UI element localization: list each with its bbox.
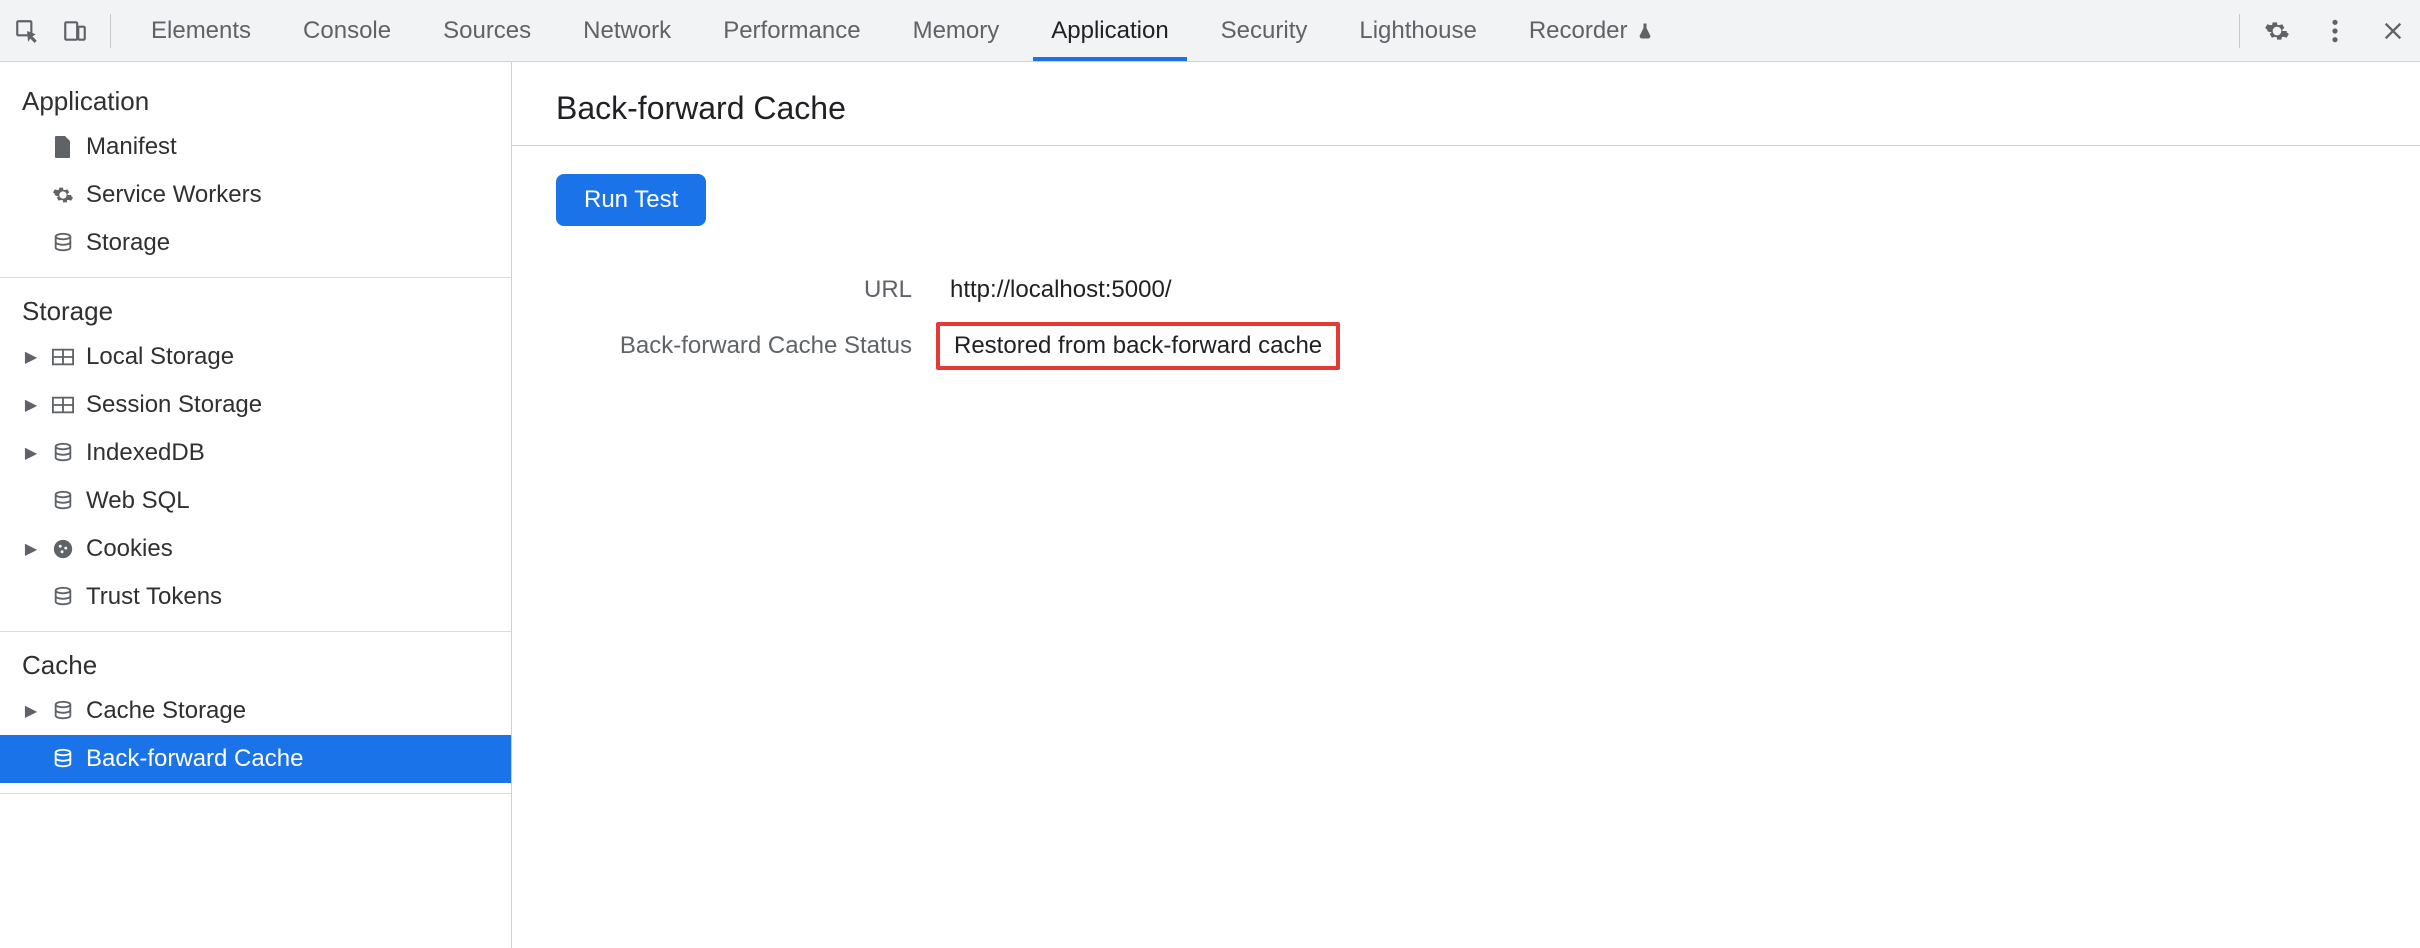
- tab-label: Network: [583, 17, 671, 45]
- cookie-icon: [50, 536, 76, 562]
- run-test-button[interactable]: Run Test: [556, 174, 706, 226]
- device-toolbar-icon[interactable]: [58, 14, 92, 48]
- sidebar-item-service-workers[interactable]: Service Workers: [0, 171, 511, 219]
- info-value-url: http://localhost:5000/: [936, 270, 1185, 310]
- content-pane: Back-forward Cache Run Test URL http://l…: [512, 62, 2420, 948]
- settings-icon[interactable]: [2260, 14, 2294, 48]
- tab-label: Elements: [151, 17, 251, 45]
- tab-label: Memory: [913, 17, 1000, 45]
- sidebar-item-cookies[interactable]: ▶ Cookies: [0, 525, 511, 573]
- storage-icon: [50, 440, 76, 466]
- sidebar-item-trust-tokens[interactable]: Trust Tokens: [0, 573, 511, 621]
- sidebar-item-label: Web SQL: [86, 487, 190, 515]
- sidebar-item-local-storage[interactable]: ▶ Local Storage: [0, 333, 511, 381]
- info-value-status: Restored from back-forward cache: [936, 322, 1340, 370]
- tab-label: Performance: [723, 17, 860, 45]
- tab-application[interactable]: Application: [1025, 0, 1194, 61]
- page-title: Back-forward Cache: [556, 90, 2376, 127]
- tab-sources[interactable]: Sources: [417, 0, 557, 61]
- sidebar-divider: [0, 631, 511, 632]
- topbar-left-icons: [10, 14, 111, 48]
- tab-memory[interactable]: Memory: [887, 0, 1026, 61]
- sidebar-item-web-sql[interactable]: Web SQL: [0, 477, 511, 525]
- tab-label: Recorder: [1529, 17, 1628, 45]
- sidebar-item-storage[interactable]: Storage: [0, 219, 511, 267]
- sidebar-item-label: Back-forward Cache: [86, 745, 303, 773]
- sidebar-item-indexeddb[interactable]: ▶ IndexedDB: [0, 429, 511, 477]
- devtools-topbar: Elements Console Sources Network Perform…: [0, 0, 2420, 62]
- sidebar-divider: [0, 277, 511, 278]
- expand-arrow-icon: ▶: [22, 443, 40, 463]
- inspect-element-icon[interactable]: [10, 14, 44, 48]
- tab-label: Security: [1221, 17, 1308, 45]
- info-key: URL: [556, 276, 936, 304]
- content-header: Back-forward Cache: [512, 62, 2420, 146]
- gear-icon: [50, 182, 76, 208]
- tab-network[interactable]: Network: [557, 0, 697, 61]
- tab-lighthouse[interactable]: Lighthouse: [1333, 0, 1502, 61]
- tab-recorder[interactable]: Recorder: [1503, 0, 1680, 61]
- storage-icon: [50, 230, 76, 256]
- sidebar-item-bfcache[interactable]: Back-forward Cache: [0, 735, 511, 783]
- sidebar-item-label: Storage: [86, 229, 170, 257]
- sidebar-item-label: IndexedDB: [86, 439, 205, 467]
- storage-icon: [50, 488, 76, 514]
- expand-arrow-icon: ▶: [22, 347, 40, 367]
- tab-console[interactable]: Console: [277, 0, 417, 61]
- sidebar-group-application: Application: [0, 72, 511, 123]
- application-sidebar: Application Manifest Service Workers Sto…: [0, 62, 512, 948]
- sidebar-item-label: Local Storage: [86, 343, 234, 371]
- tab-label: Application: [1051, 17, 1168, 45]
- info-key: Back-forward Cache Status: [556, 332, 936, 360]
- info-row-url: URL http://localhost:5000/: [556, 262, 2376, 318]
- grid-icon: [50, 392, 76, 418]
- file-icon: [50, 134, 76, 160]
- sidebar-item-manifest[interactable]: Manifest: [0, 123, 511, 171]
- tab-label: Console: [303, 17, 391, 45]
- tab-label: Sources: [443, 17, 531, 45]
- grid-icon: [50, 344, 76, 370]
- expand-arrow-icon: ▶: [22, 701, 40, 721]
- close-icon[interactable]: [2376, 14, 2410, 48]
- sidebar-divider: [0, 793, 511, 794]
- tab-security[interactable]: Security: [1195, 0, 1334, 61]
- flask-icon: [1636, 22, 1654, 40]
- storage-icon: [50, 746, 76, 772]
- sidebar-item-session-storage[interactable]: ▶ Session Storage: [0, 381, 511, 429]
- sidebar-item-label: Cache Storage: [86, 697, 246, 725]
- expand-arrow-icon: ▶: [22, 395, 40, 415]
- sidebar-item-label: Service Workers: [86, 181, 262, 209]
- topbar-right-icons: [2239, 14, 2410, 48]
- tab-elements[interactable]: Elements: [125, 0, 277, 61]
- sidebar-group-storage: Storage: [0, 282, 511, 333]
- content-body: Run Test URL http://localhost:5000/ Back…: [512, 146, 2420, 402]
- tab-label: Lighthouse: [1359, 17, 1476, 45]
- sidebar-item-cache-storage[interactable]: ▶ Cache Storage: [0, 687, 511, 735]
- sidebar-item-label: Manifest: [86, 133, 177, 161]
- storage-icon: [50, 698, 76, 724]
- sidebar-item-label: Cookies: [86, 535, 173, 563]
- info-row-status: Back-forward Cache Status Restored from …: [556, 318, 2376, 374]
- sidebar-group-cache: Cache: [0, 636, 511, 687]
- devtools-tabs: Elements Console Sources Network Perform…: [125, 0, 1680, 61]
- sidebar-item-label: Trust Tokens: [86, 583, 222, 611]
- bfcache-info-table: URL http://localhost:5000/ Back-forward …: [556, 262, 2376, 374]
- sidebar-item-label: Session Storage: [86, 391, 262, 419]
- main-split: Application Manifest Service Workers Sto…: [0, 62, 2420, 948]
- more-icon[interactable]: [2318, 14, 2352, 48]
- expand-arrow-icon: ▶: [22, 539, 40, 559]
- storage-icon: [50, 584, 76, 610]
- tab-performance[interactable]: Performance: [697, 0, 886, 61]
